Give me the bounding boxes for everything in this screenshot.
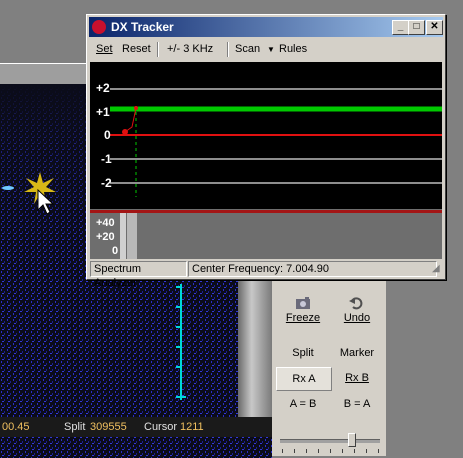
dx-tracker-window: DX Tracker _ □ ✕ Set Reset +/- 3 KHz Sca… bbox=[86, 14, 446, 289]
rx-b-button[interactable]: Rx B bbox=[330, 367, 384, 389]
spectrum-bar bbox=[120, 213, 126, 259]
slider-tick bbox=[378, 449, 379, 453]
a-equals-b-button[interactable]: A = B bbox=[276, 393, 330, 415]
menu-scan[interactable]: Scan bbox=[235, 43, 260, 55]
slider-tick bbox=[294, 449, 295, 453]
resize-grip-icon[interactable]: ◢ bbox=[432, 263, 440, 274]
dropdown-arrow-icon: ▼ bbox=[267, 45, 275, 54]
close-button[interactable]: ✕ bbox=[426, 20, 443, 35]
frequency-readout: 00.45 bbox=[2, 421, 30, 433]
slider-tick bbox=[342, 449, 343, 453]
menu-separator bbox=[157, 42, 159, 57]
camera-icon bbox=[296, 297, 310, 309]
slider-tick bbox=[366, 449, 367, 453]
undo-button[interactable]: Undo bbox=[330, 290, 384, 330]
spectrum-label-20: +20 bbox=[96, 231, 115, 243]
split-button[interactable]: Split bbox=[276, 342, 330, 364]
spectrum-label-40: +40 bbox=[96, 217, 115, 229]
freeze-button[interactable]: Freeze bbox=[276, 290, 330, 330]
undo-icon bbox=[349, 297, 363, 310]
split-value: 309555 bbox=[90, 421, 127, 433]
window-title: DX Tracker bbox=[111, 20, 174, 34]
menu-reset[interactable]: Reset bbox=[122, 43, 151, 55]
app-logo-icon[interactable] bbox=[92, 20, 106, 34]
maximize-button[interactable]: □ bbox=[408, 20, 425, 35]
y-label-plus1: +1 bbox=[96, 105, 110, 119]
spectrum-threshold-line bbox=[90, 210, 442, 213]
slider-tick bbox=[318, 449, 319, 453]
drift-plot-graphic bbox=[110, 88, 442, 197]
spectrum-analyzer-view[interactable]: +40 +20 0 bbox=[90, 209, 442, 259]
y-label-minus1: -1 bbox=[101, 152, 112, 166]
slider-tick bbox=[354, 449, 355, 453]
cursor-label: Cursor bbox=[144, 421, 178, 433]
y-label-minus2: -2 bbox=[101, 176, 112, 190]
main-status-row: 00.45 Split 309555 Cursor 1211 bbox=[0, 417, 272, 437]
menu-rules[interactable]: Rules bbox=[279, 43, 307, 55]
slider-thumb[interactable] bbox=[348, 433, 356, 447]
y-label-zero: 0 bbox=[104, 128, 111, 142]
cursor-value: 1211 bbox=[180, 421, 204, 433]
rx-a-button[interactable]: Rx A bbox=[276, 367, 332, 391]
dx-tracker-statusbar: Spectrum Analyzer Center Frequency: 7.00… bbox=[90, 261, 442, 289]
drift-plot[interactable]: +2 +1 0 -1 -2 bbox=[90, 62, 442, 209]
b-equals-a-button[interactable]: B = A bbox=[330, 393, 384, 415]
menu-range[interactable]: +/- 3 KHz bbox=[167, 43, 213, 55]
menu-set[interactable]: Set bbox=[96, 43, 113, 55]
minimize-button[interactable]: _ bbox=[392, 20, 409, 35]
menu-separator bbox=[227, 42, 229, 57]
dx-tracker-titlebar[interactable]: DX Tracker _ □ ✕ bbox=[89, 17, 443, 37]
slider-tick bbox=[306, 449, 307, 453]
control-panel: Freeze Undo Split Marker Rx A Rx B A = B… bbox=[272, 264, 386, 456]
freeze-label: Freeze bbox=[285, 312, 321, 324]
marker-button[interactable]: Marker bbox=[330, 342, 384, 364]
spectrum-bar bbox=[127, 213, 137, 259]
status-center-frequency: Center Frequency: 7.004.90 bbox=[188, 261, 437, 277]
dx-tracker-menubar: Set Reset +/- 3 KHz Scan ▼ Rules bbox=[89, 39, 443, 59]
waterfall-frame-edge bbox=[238, 260, 272, 420]
spectrum-label-0: 0 bbox=[112, 245, 119, 257]
slider-track[interactable] bbox=[280, 439, 380, 443]
slider-tick bbox=[282, 449, 283, 453]
y-label-plus2: +2 bbox=[96, 81, 110, 95]
split-label: Split bbox=[64, 421, 86, 433]
undo-label: Undo bbox=[343, 312, 371, 324]
status-mode: Spectrum Analyzer bbox=[90, 261, 187, 289]
slider-tick bbox=[330, 449, 331, 453]
